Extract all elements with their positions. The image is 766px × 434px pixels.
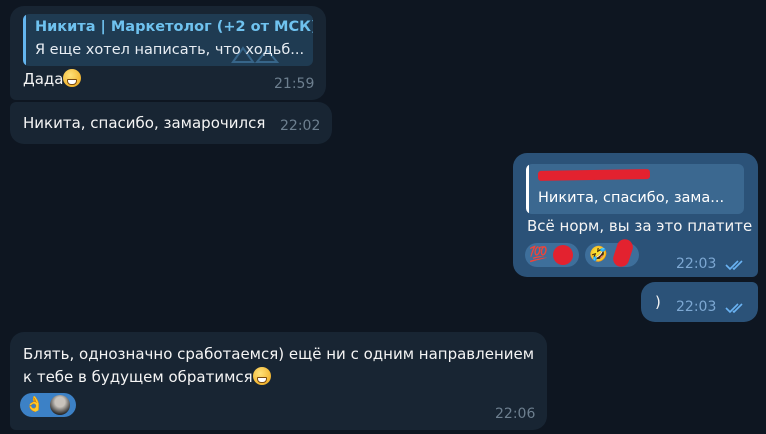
- reply-snippet: Я еще хотел написать, что ходьб...: [35, 42, 305, 58]
- message-time: 21:59: [274, 76, 315, 92]
- reactor-avatar: [50, 395, 70, 415]
- message-bubble-outgoing[interactable]: ) 22:03: [641, 282, 758, 322]
- reply-quote-bar: [526, 164, 529, 214]
- reaction-ok-hand[interactable]: 👌: [20, 393, 76, 417]
- hundred-points-icon: 💯: [529, 245, 548, 263]
- message-text: ): [655, 293, 661, 311]
- grinning-face-emoji: [63, 69, 82, 87]
- redacted-avatar: [553, 245, 573, 265]
- message-time: 22:02: [280, 118, 321, 134]
- redacted-avatar: [611, 237, 635, 269]
- message-text: Дада: [23, 68, 82, 90]
- reply-sender-name: Никита | Маркетолог (+2 от МСК): [35, 19, 313, 35]
- ok-hand-icon: 👌: [25, 395, 44, 413]
- reaction-hundred[interactable]: 💯: [525, 243, 579, 267]
- message-text-line: к тебе в будущем обратимся: [23, 366, 271, 388]
- message-bubble-incoming[interactable]: Блять, однозначно сработаемся) ещё ни с …: [10, 332, 547, 430]
- grinning-face-emoji: [252, 367, 271, 385]
- reply-quote[interactable]: Никита, спасибо, зама...: [526, 164, 744, 214]
- reply-quote[interactable]: Никита | Маркетолог (+2 от МСК) Я еще хо…: [23, 14, 313, 66]
- reply-snippet: Никита, спасибо, зама...: [538, 190, 725, 206]
- reaction-rolling-laughing[interactable]: 🤣: [585, 237, 639, 269]
- message-text: Никита, спасибо, замарочился: [23, 114, 266, 132]
- message-time: 22:06: [495, 406, 536, 422]
- message-time: 22:03: [676, 299, 717, 315]
- message-time: 22:03: [676, 256, 717, 272]
- message-text: Всё норм, вы за это платите: [527, 217, 753, 235]
- message-bubble-incoming[interactable]: Никита, спасибо, замарочился 22:02: [10, 102, 332, 144]
- reply-quote-bar: [23, 14, 26, 66]
- redacted-sender-name: [537, 169, 651, 181]
- message-bubble-outgoing[interactable]: Никита, спасибо, зама... Всё норм, вы за…: [513, 153, 758, 277]
- message-text-line: Блять, однозначно сработаемся) ещё ни с …: [23, 345, 535, 363]
- message-bubble-incoming[interactable]: Никита | Маркетолог (+2 от МСК) Я еще хо…: [10, 6, 326, 100]
- read-checks-icon: [725, 303, 743, 314]
- rolling-laughing-icon: 🤣: [589, 245, 608, 263]
- read-checks-icon: [725, 260, 743, 271]
